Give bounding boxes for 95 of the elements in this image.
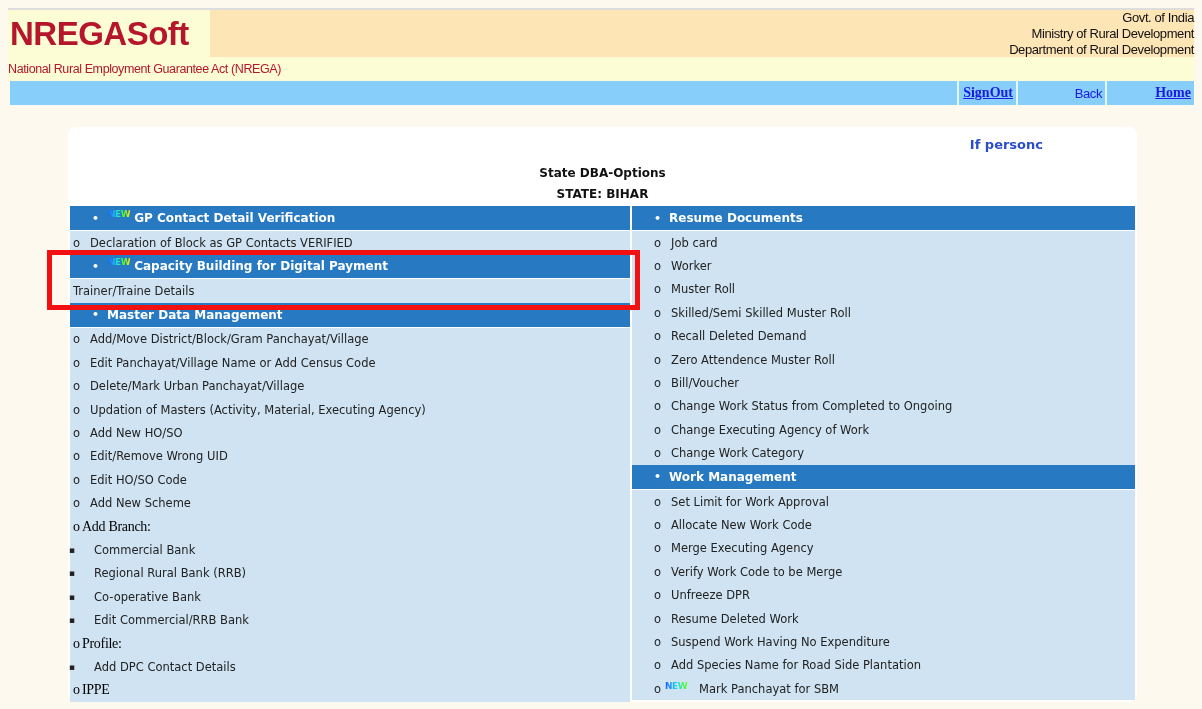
- bullet-marker: o: [654, 259, 663, 274]
- menu-link[interactable]: Add New HO/SO: [90, 426, 183, 441]
- bullet-marker: o: [73, 682, 81, 699]
- bullet-marker: o: [73, 472, 82, 487]
- bullet-marker: o: [654, 658, 663, 673]
- bullet-marker: o: [654, 376, 663, 391]
- menu-group-label: Add Branch:: [82, 518, 151, 535]
- menu-link[interactable]: Change Work Status from Completed to Ongoing: [671, 399, 953, 414]
- bullet-marker: o: [654, 494, 663, 509]
- menu-link[interactable]: Updation of Masters (Activity, Material, Executing Agency): [90, 402, 426, 417]
- bullet-marker: o: [73, 426, 82, 441]
- menu-link[interactable]: Add Species Name for Road Side Plantation: [671, 658, 921, 673]
- bullet-marker: o: [654, 541, 663, 556]
- new-badge: NEW: [107, 209, 131, 219]
- bullet-marker: o: [73, 379, 82, 394]
- menu-link[interactable]: Resume Deleted Work: [671, 611, 799, 626]
- bullet-marker: •: [654, 470, 662, 484]
- bullet-marker: o: [654, 282, 663, 297]
- menu-link[interactable]: Regional Rural Bank (RRB): [94, 566, 247, 581]
- menu-link[interactable]: Mark Panchayat for SBM: [699, 681, 840, 696]
- menu-group-label: Profile:: [82, 635, 122, 652]
- new-badge: NEW: [107, 257, 131, 268]
- menu-link[interactable]: Add New Scheme: [90, 496, 191, 511]
- nav-link[interactable]: SignOut: [957, 81, 1016, 105]
- menu-link[interactable]: Edit/Remove Wrong UID: [90, 449, 228, 464]
- bullet-marker: ▪: [69, 545, 77, 555]
- menu-link[interactable]: Skilled/Semi Skilled Muster Roll: [671, 305, 851, 320]
- bullet-marker: o: [73, 518, 81, 535]
- site-logo: NREGASoft: [9, 14, 189, 53]
- menu-link[interactable]: Edit Commercial/RRB Bank: [94, 613, 249, 628]
- bullet-marker: o: [73, 635, 81, 652]
- section-title: GP Contact Detail Verification: [134, 211, 336, 225]
- menu-link[interactable]: Change Work Category: [671, 446, 804, 461]
- bullet-marker: ▪: [69, 591, 77, 602]
- section-title: Work Management: [669, 469, 797, 484]
- bullet-marker: o: [654, 422, 663, 437]
- bullet-marker: ▪: [69, 615, 77, 626]
- bullet-marker: o: [654, 235, 663, 250]
- menu-link[interactable]: Merge Executing Agency: [671, 541, 814, 556]
- menu-link[interactable]: Add DPC Contact Details: [94, 659, 236, 674]
- section-title: Resume Documents: [669, 211, 803, 225]
- menu-link[interactable]: Zero Attendence Muster Roll: [671, 352, 835, 367]
- menu-link[interactable]: Edit HO/SO Code: [90, 472, 187, 487]
- bullet-marker: •: [92, 211, 100, 225]
- menu-link[interactable]: Edit Panchayat/Village Name or Add Census Code: [90, 355, 376, 370]
- menu-link[interactable]: Add/Move District/Block/Gram Panchayat/Village: [90, 332, 369, 347]
- bullet-marker: o: [73, 449, 82, 464]
- state-label: STATE: BIHAR: [555, 186, 650, 203]
- bullet-marker: o: [73, 355, 82, 370]
- org-line: Ministry of Rural Development: [1031, 26, 1194, 42]
- bullet-marker: o: [73, 235, 82, 250]
- menu-link[interactable]: Delete/Mark Urban Panchayat/Village: [90, 379, 305, 394]
- bullet-marker: o: [73, 402, 82, 417]
- menu-link[interactable]: Verify Work Code to be Merge: [671, 564, 843, 579]
- bullet-marker: o: [654, 611, 663, 626]
- org-line: Govt. of India: [1122, 10, 1194, 26]
- org-line: Department of Rural Development: [1009, 42, 1194, 58]
- bullet-marker: •: [92, 259, 100, 273]
- menu-link[interactable]: Allocate New Work Code: [671, 518, 812, 532]
- bullet-marker: o: [654, 352, 663, 367]
- bullet-marker: o: [654, 329, 663, 344]
- notice-text: If personc: [969, 137, 1043, 154]
- bullet-marker: o: [73, 332, 82, 347]
- section-title: Capacity Building for Digital Payment: [134, 259, 389, 274]
- bullet-marker: ▪: [69, 661, 77, 672]
- nav-link[interactable]: Home: [1105, 81, 1194, 105]
- page-title: State DBA-Options: [538, 165, 667, 182]
- menu-link[interactable]: Job card: [671, 235, 718, 250]
- menu-link[interactable]: Recall Deleted Demand: [671, 329, 807, 344]
- section-title: Master Data Management: [107, 307, 283, 322]
- menu-link[interactable]: Change Executing Agency of Work: [671, 422, 870, 437]
- menu-link[interactable]: Declaration of Block as GP Contacts VERIFIED: [90, 235, 353, 250]
- bullet-marker: o: [654, 518, 663, 532]
- bullet-marker: ▪: [69, 568, 77, 579]
- bullet-marker: •: [654, 211, 662, 225]
- bullet-marker: •: [92, 308, 100, 322]
- site-subtitle: National Rural Employment Guarantee Act (NREGA): [8, 62, 281, 76]
- menu-link[interactable]: Set Limit for Work Approval: [671, 494, 829, 509]
- bullet-marker: o: [654, 564, 663, 579]
- menu-link[interactable]: Bill/Voucher: [671, 376, 740, 391]
- menu-group-label: IPPE: [82, 682, 110, 699]
- menu-link[interactable]: Co-operative Bank: [94, 589, 201, 604]
- menu-link[interactable]: Suspend Work Having No Expenditure: [671, 634, 890, 649]
- menu-link[interactable]: Worker: [671, 259, 712, 274]
- menu-link[interactable]: Muster Roll: [671, 282, 736, 297]
- menu-link[interactable]: Commercial Bank: [94, 543, 196, 557]
- bullet-marker: o: [654, 588, 663, 603]
- menu-link[interactable]: Trainer/Traine Details: [73, 284, 195, 299]
- bullet-marker: o: [654, 399, 663, 414]
- bullet-marker: o: [654, 305, 663, 320]
- bullet-marker: o: [73, 496, 82, 511]
- menu-link[interactable]: Unfreeze DPR: [671, 588, 750, 603]
- nav-link[interactable]: Back: [1016, 81, 1105, 105]
- bullet-marker: o: [654, 634, 663, 649]
- bullet-marker: o: [654, 446, 663, 461]
